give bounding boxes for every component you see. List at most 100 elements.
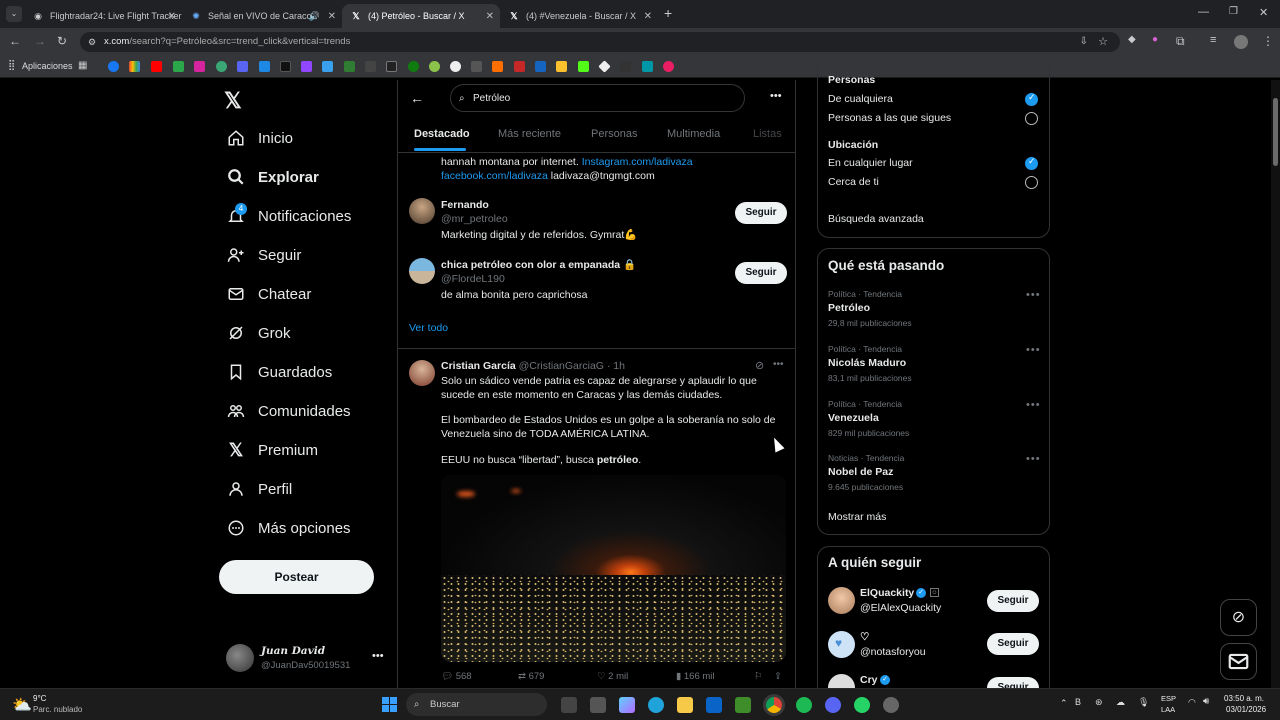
bookmarks-apps-label[interactable]: Aplicaciones: [22, 61, 73, 71]
search-input[interactable]: ⌕ Petróleo: [450, 84, 745, 112]
minecraft-icon[interactable]: [735, 697, 751, 713]
clock-time[interactable]: 03:50 a. m.: [1224, 694, 1264, 703]
grok-float-button[interactable]: ⊘: [1220, 599, 1257, 636]
taskbar-search[interactable]: ⌕ Buscar: [406, 693, 547, 716]
repost-button[interactable]: ⇄ 679: [518, 671, 544, 682]
bookmark-icon[interactable]: [620, 61, 631, 72]
task-view-icon[interactable]: [561, 697, 577, 713]
filter-option-label[interactable]: De cualquiera: [828, 93, 893, 105]
language-indicator[interactable]: ESP: [1161, 694, 1176, 703]
store-icon[interactable]: [590, 697, 606, 713]
bookmark-icon[interactable]: [344, 61, 355, 72]
author-handle[interactable]: @CristianGarciaG: [519, 360, 604, 372]
show-more-link[interactable]: Mostrar más: [828, 511, 886, 523]
x-logo-icon[interactable]: 𝕏: [224, 88, 242, 114]
bookmark-icon[interactable]: [556, 61, 567, 72]
address-bar[interactable]: ⚙ x.com/search?q=Petróleo&src=trend_clic…: [80, 32, 1120, 52]
follow-button[interactable]: Seguir: [735, 262, 787, 284]
follow-button[interactable]: Seguir: [987, 677, 1039, 688]
nav-item-grok[interactable]: Grok: [226, 319, 291, 347]
discord-icon[interactable]: [825, 697, 841, 713]
more-icon[interactable]: •••: [372, 650, 384, 662]
bookmark-star-icon[interactable]: ☆: [1098, 32, 1108, 52]
nav-item-chatear[interactable]: Chatear: [226, 280, 311, 308]
bookmark-icon[interactable]: ⚐: [754, 671, 763, 682]
tab-multimedia[interactable]: Multimedia: [667, 128, 720, 140]
more-icon[interactable]: •••: [770, 90, 782, 102]
messages-float-button[interactable]: [1220, 643, 1257, 680]
back-arrow-icon[interactable]: ←: [410, 90, 424, 106]
follow-button[interactable]: Seguir: [987, 633, 1039, 655]
spotify-icon[interactable]: [796, 697, 812, 713]
close-icon[interactable]: ✕: [328, 11, 336, 22]
filter-option-label[interactable]: Personas a las que sigues: [828, 112, 951, 124]
bio-link[interactable]: Instagram.com/ladivaza: [582, 156, 693, 168]
file-explorer-icon[interactable]: [677, 697, 693, 713]
xbox-icon[interactable]: [408, 61, 419, 72]
user-name[interactable]: ♡: [860, 631, 869, 643]
more-icon[interactable]: •••: [1026, 453, 1041, 465]
radio-unselected[interactable]: [1025, 176, 1038, 189]
apps-icon[interactable]: ⣿: [8, 60, 15, 71]
user-name[interactable]: Fernando: [441, 198, 489, 212]
nav-item-inicio[interactable]: Inicio: [226, 124, 293, 152]
tray-icon[interactable]: ⊛: [1095, 697, 1103, 708]
trend-item[interactable]: Política · Tendencia Petróleo 29,8 mil p…: [818, 289, 1049, 339]
bookmark-icon[interactable]: [514, 61, 525, 72]
youtube-icon[interactable]: [151, 61, 162, 72]
bookmark-icon[interactable]: [259, 61, 270, 72]
wifi-icon[interactable]: ◠: [1188, 697, 1196, 708]
more-icon[interactable]: •••: [1026, 289, 1041, 301]
bookmark-icon[interactable]: [471, 61, 482, 72]
avatar[interactable]: [828, 674, 855, 688]
radio-selected[interactable]: ✓: [1025, 92, 1038, 106]
avatar[interactable]: [409, 198, 435, 224]
post-button[interactable]: Postear: [219, 560, 374, 594]
bookmark-icon[interactable]: [492, 61, 503, 72]
copilot-icon[interactable]: [619, 697, 635, 713]
avatar[interactable]: [409, 258, 435, 284]
views-button[interactable]: ▮ 166 mil: [676, 671, 715, 682]
clock-date[interactable]: 03/01/2026: [1226, 705, 1266, 714]
temperature[interactable]: 9°C: [33, 694, 46, 703]
site-info-icon[interactable]: ⚙: [88, 32, 96, 52]
restore-button[interactable]: ❐: [1229, 6, 1238, 17]
bookmark-icon[interactable]: [598, 60, 611, 73]
audio-icon[interactable]: 🔊: [309, 11, 320, 22]
bookmark-icon[interactable]: [322, 61, 333, 72]
close-icon[interactable]: ✕: [644, 11, 652, 22]
bookmark-icon[interactable]: [429, 61, 440, 72]
user-name[interactable]: chica petróleo con olor a empanada 🔒: [441, 258, 636, 272]
microphone-icon[interactable]: 🎙︎: [1138, 697, 1149, 708]
close-icon[interactable]: ✕: [486, 11, 494, 22]
kick-icon[interactable]: [578, 61, 589, 72]
share-icon[interactable]: ⇪: [774, 671, 782, 682]
back-icon[interactable]: ←: [9, 34, 21, 48]
trend-item[interactable]: Política · Tendencia Nicolás Maduro 83,1…: [818, 344, 1049, 394]
facebook-icon[interactable]: [108, 61, 119, 72]
filter-option-label[interactable]: Cerca de ti: [828, 176, 879, 188]
nav-item-comunidades[interactable]: Comunidades: [226, 397, 351, 425]
tab-search-button[interactable]: ⌄: [6, 6, 22, 22]
advanced-search-link[interactable]: Búsqueda avanzada: [828, 213, 924, 225]
bookmark-icon[interactable]: [535, 61, 546, 72]
x-bookmark-icon[interactable]: [280, 61, 291, 72]
tab-personas[interactable]: Personas: [591, 128, 637, 140]
scrollbar-thumb[interactable]: [1273, 98, 1278, 166]
close-icon[interactable]: ✕: [168, 11, 176, 22]
nav-item-perfil[interactable]: Perfil: [226, 475, 292, 503]
google-apps-icon[interactable]: [129, 61, 140, 72]
minimize-button[interactable]: —: [1198, 6, 1209, 18]
nav-item-guardados[interactable]: Guardados: [226, 358, 332, 386]
tray-icon[interactable]: ☁: [1116, 697, 1125, 708]
bookmark-icon[interactable]: [642, 61, 653, 72]
trend-item[interactable]: Política · Tendencia Venezuela 829 mil p…: [818, 399, 1049, 449]
app-icon[interactable]: [883, 697, 899, 713]
avatar[interactable]: ♥: [828, 631, 855, 658]
browser-menu-icon[interactable]: ⋮: [1262, 34, 1274, 48]
author-name[interactable]: Cristian García: [441, 360, 516, 372]
instagram-icon[interactable]: [194, 61, 205, 72]
extension-icon[interactable]: ◆: [1128, 34, 1136, 45]
browser-tab[interactable]: ✺ Señal en VIVO de Caracol Televisión 🔊 …: [182, 4, 342, 28]
filter-option-label[interactable]: En cualquier lugar: [828, 157, 913, 169]
